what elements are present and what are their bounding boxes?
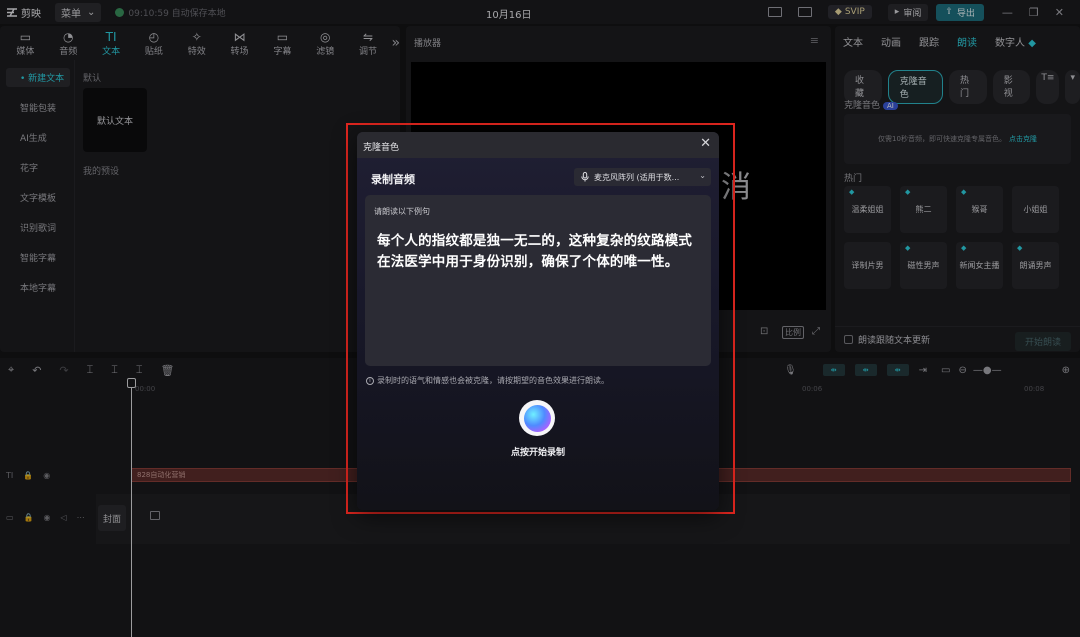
read-hint: 请朗读以下例句: [374, 207, 430, 216]
clone-voice-dialog: 克隆音色 ✕ 录制音频 麦克风阵列 (适用于数... ⌄ 请朗读以下例句 每个人…: [357, 132, 719, 510]
start-recording-label: 点按开始录制: [510, 448, 565, 458]
microphone-select[interactable]: 麦克风阵列 (适用于数... ⌄: [574, 168, 711, 186]
microphone-icon: [581, 172, 589, 182]
record-orb-icon: [523, 404, 551, 432]
sample-sentence: 每个人的指纹都是独一无二的，这种复杂的纹路模式在法医学中用于身份识别，确保了个体…: [377, 233, 693, 270]
sample-sentence-box: 请朗读以下例句 每个人的指纹都是独一无二的，这种复杂的纹路模式在法医学中用于身份…: [365, 195, 711, 366]
microphone-select-value: 麦克风阵列 (适用于数...: [594, 172, 680, 182]
dialog-title: 克隆音色: [363, 143, 400, 153]
close-icon[interactable]: ✕: [700, 137, 711, 151]
start-recording-button[interactable]: [519, 400, 555, 436]
info-icon: i: [366, 376, 374, 385]
recording-note-text: 录制时的语气和情感也会被克隆，请按期望的音色效果进行朗读。: [377, 376, 609, 385]
dialog-header: 克隆音色 ✕: [357, 132, 719, 158]
recording-note: i 录制时的语气和情感也会被克隆，请按期望的音色效果进行朗读。: [366, 375, 609, 386]
record-audio-label: 录制音频: [371, 173, 415, 186]
chevron-down-icon: ⌄: [699, 171, 706, 180]
